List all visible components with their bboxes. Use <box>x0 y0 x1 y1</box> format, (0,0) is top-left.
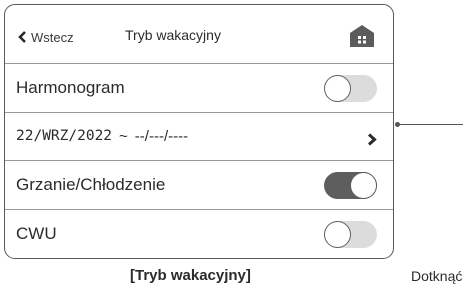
dhw-toggle[interactable] <box>324 220 377 248</box>
start-date: 22/WRZ/2022 <box>16 128 113 145</box>
chevron-left-icon <box>18 31 26 43</box>
back-label: Wstecz <box>31 29 74 45</box>
home-icon <box>350 25 374 47</box>
header-bar: Wstecz Tryb wakacyjny <box>5 5 393 64</box>
side-note: Dotknąć <box>411 268 463 284</box>
heating-cooling-toggle[interactable] <box>324 172 377 199</box>
home-button[interactable] <box>349 24 375 48</box>
heating-cooling-row: Grzanie/Chłodzenie <box>5 161 393 210</box>
schedule-label: Harmonogram <box>16 77 125 97</box>
callout-line <box>397 124 463 125</box>
toggle-knob <box>324 75 351 102</box>
toggle-knob <box>350 172 377 199</box>
page-title: Tryb wakacyjny <box>125 27 221 43</box>
dhw-label: CWU <box>16 223 57 243</box>
schedule-toggle[interactable] <box>324 75 377 102</box>
screen-caption: [Tryb wakacyjny] <box>130 267 251 284</box>
end-date: --/---/---- <box>134 127 189 145</box>
date-range-row[interactable]: 22/WRZ/2022 ~ --/---/---- <box>5 113 393 161</box>
dhw-row: CWU <box>5 210 393 259</box>
date-separator: ~ <box>119 127 128 145</box>
holiday-mode-screen: Wstecz Tryb wakacyjny Harmonogram 22/WRZ… <box>4 4 394 259</box>
heating-cooling-label: Grzanie/Chłodzenie <box>16 174 166 194</box>
schedule-row: Harmonogram <box>5 64 393 113</box>
toggle-knob <box>324 220 351 248</box>
chevron-right-icon[interactable] <box>367 131 377 151</box>
back-button[interactable]: Wstecz <box>18 27 74 47</box>
